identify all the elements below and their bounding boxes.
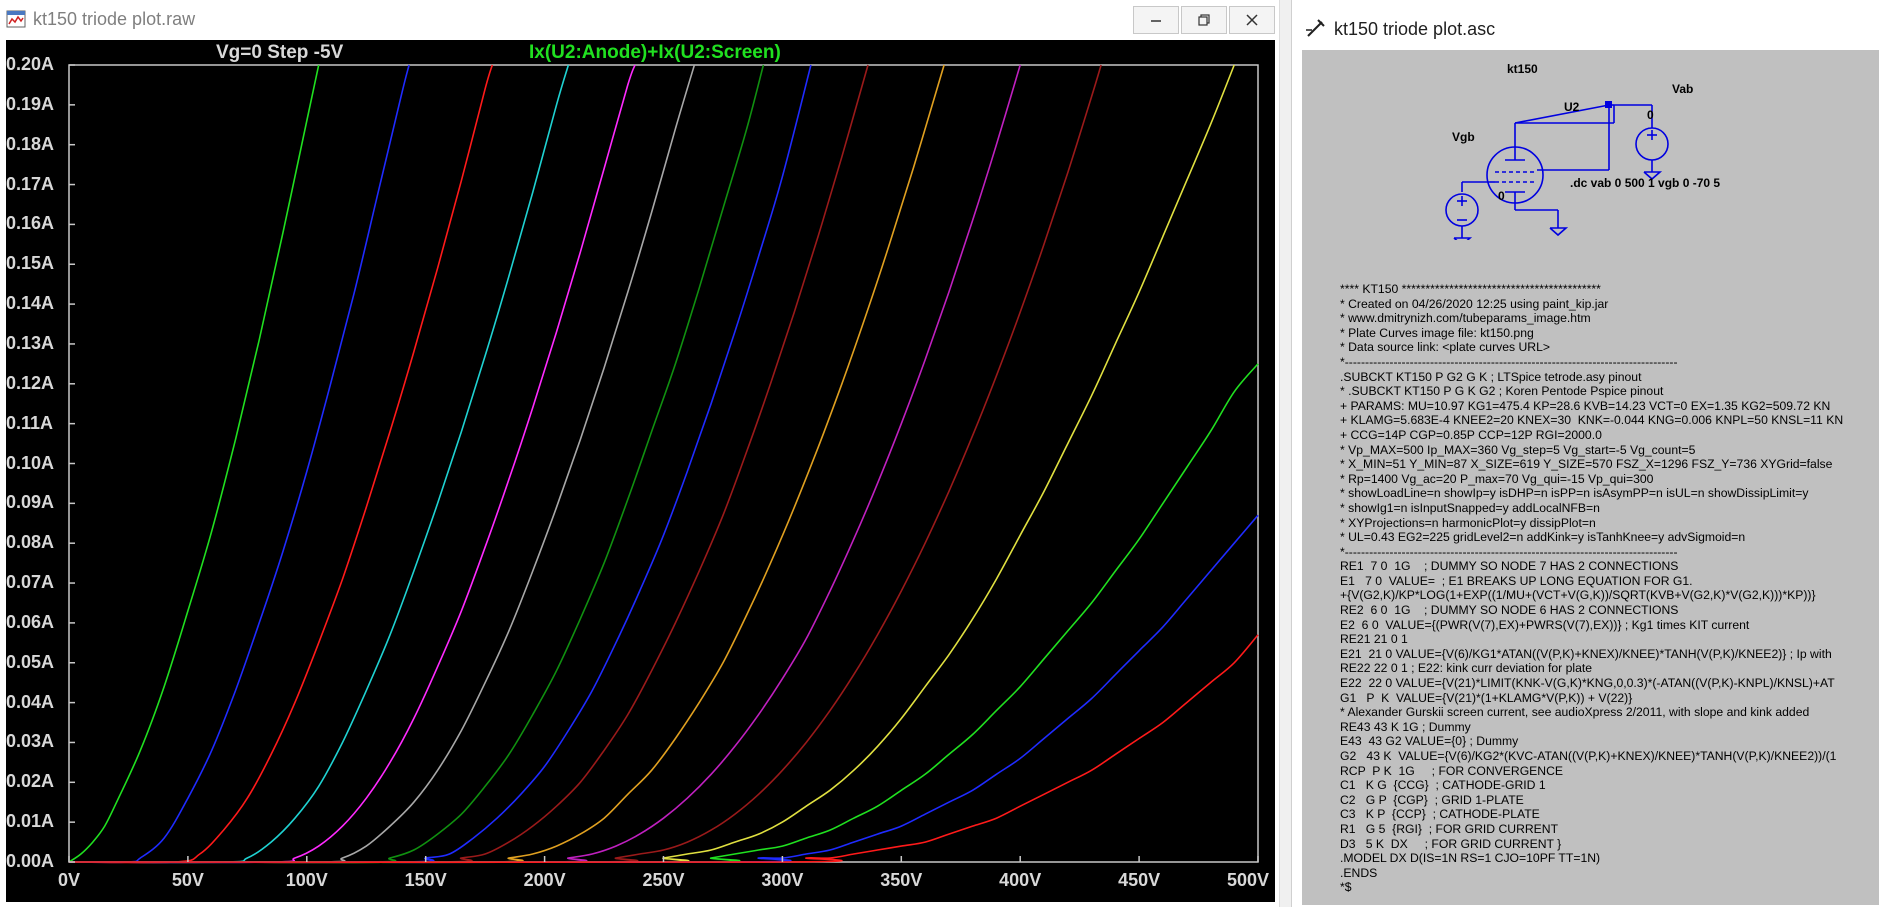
plot-pane[interactable]: Vg=0 Step -5V Ix(U2:Anode)+Ix(U2:Screen)…	[6, 40, 1275, 902]
dc-directive[interactable]: .dc vab 0 500 1 vgb 0 -70 5	[1570, 176, 1720, 190]
series-line-16[interactable]	[68, 634, 1259, 864]
netlist-line: *---------------------------------------…	[1340, 544, 1678, 559]
series-line-12[interactable]	[68, 64, 1102, 864]
junction-dot	[1605, 101, 1612, 108]
netlist-line: *$	[1340, 880, 1352, 895]
minimize-button[interactable]	[1133, 6, 1179, 34]
netlist-line: + PARAMS: MU=10.97 KG1=475.4 KP=28.6 KVB…	[1340, 398, 1831, 413]
ground-icon	[1549, 227, 1569, 237]
plot-window-titlebar[interactable]: kt150 triode plot.raw	[0, 0, 1279, 40]
netlist-line: + KLAMG=5.683E-4 KNEE2=20 KNEX=30 KNK=-0…	[1340, 413, 1844, 428]
part-name-label[interactable]: kt150	[1507, 62, 1538, 76]
netlist-line: * X_MIN=51 Y_MIN=87 X_SIZE=619 Y_SIZE=57…	[1340, 457, 1833, 472]
netlist-line: RCP P K 1G ; FOR CONVERGENCE	[1340, 763, 1564, 778]
netlist-line: +{V(G2,K)/KP*LOG(1+EXP((1/MU+(VCT+V(G,K)…	[1340, 588, 1816, 603]
plot-window: kt150 triode plot.raw Vg=0 Step -5V Ix(U…	[0, 0, 1279, 907]
netlist-line: G1 P K VALUE={V(21)*(1+KLAMG*V(P,K)) + V…	[1340, 690, 1633, 705]
series-line-15[interactable]	[68, 514, 1259, 864]
vgb-value-label[interactable]: 0	[1498, 189, 1505, 203]
vgb-label[interactable]: Vgb	[1452, 130, 1475, 144]
netlist-line: E1 7 0 VALUE= ; E1 BREAKS UP LONG EQUATI…	[1340, 573, 1693, 588]
netlist-line: * Vp_MAX=500 Ip_MAX=360 Vg_step=5 Vg_sta…	[1340, 442, 1696, 457]
y-tick-marks	[69, 64, 75, 863]
series-line-11[interactable]	[68, 64, 1021, 864]
netlist-line: * Created on 04/26/2020 12:25 using pain…	[1340, 296, 1609, 311]
netlist-line: E43 43 G2 VALUE={0} ; Dummy	[1340, 734, 1519, 749]
vab-label[interactable]: Vab	[1672, 82, 1693, 96]
plot-frame	[68, 64, 1259, 863]
schematic-canvas[interactable]: kt150 U2 Vab 0 Vgb 0 .dc vab 0 500 1 vgb…	[1302, 50, 1879, 905]
tube-ref-label[interactable]: U2	[1564, 100, 1579, 114]
netlist-line: RE2 6 0 1G ; DUMMY SO NODE 6 HAS 2 CONNE…	[1340, 603, 1679, 618]
netlist-line: E22 22 0 VALUE={V(21)*LIMIT(KNK-V(G,K)*K…	[1340, 676, 1835, 691]
series-line-13[interactable]	[68, 64, 1235, 864]
netlist-line: * UL=0.43 EG2=225 gridLevel2=n addKink=y…	[1340, 530, 1746, 545]
ground-icon-vgb	[1453, 237, 1473, 240]
netlist-line: *---------------------------------------…	[1340, 354, 1678, 369]
netlist-line: RE1 7 0 1G ; DUMMY SO NODE 7 HAS 2 CONNE…	[1340, 559, 1679, 574]
netlist-line: * showIg1=n isInputSnapped=y addLocalNFB…	[1340, 500, 1600, 515]
netlist-line: RE21 21 0 1	[1340, 632, 1408, 647]
plot-window-title: kt150 triode plot.raw	[33, 9, 196, 29]
netlist-line: C3 K P {CCP} ; CATHODE-PLATE	[1340, 807, 1540, 822]
schematic-app-icon	[1306, 19, 1325, 37]
series-line-9[interactable]	[68, 64, 869, 864]
schematic-window-title: kt150 triode plot.asc	[1334, 19, 1496, 39]
netlist-line: **** KT150 *****************************…	[1340, 282, 1601, 296]
series-line-14[interactable]	[68, 363, 1259, 864]
netlist-line: E21 21 0 VALUE={V(6)/KG1*ATAN((V(P,K)+KN…	[1340, 646, 1832, 661]
netlist-line: * XYProjections=n harmonicPlot=y dissipP…	[1340, 515, 1596, 530]
schematic-window: kt150 triode plot.asc kt150 U2 Vab 0 Vgb…	[1291, 0, 1879, 907]
series-line-3[interactable]	[68, 64, 494, 864]
netlist-line: * showLoadLine=n showIp=y isDHP=n isPP=n…	[1340, 486, 1809, 501]
series-line-2[interactable]	[68, 64, 410, 864]
netlist-line: .ENDS	[1340, 865, 1378, 880]
netlist-line: C2 G P {CGP} ; GRID 1-PLATE	[1340, 792, 1524, 807]
netlist-line: + CCG=14P CGP=0.85P CCP=12P RGI=2000.0	[1340, 427, 1602, 442]
restore-icon	[1198, 14, 1210, 26]
netlist-line: C1 K G {CCG} ; CATHODE-GRID 1	[1340, 778, 1546, 793]
close-button[interactable]	[1229, 6, 1275, 34]
netlist-line: RE22 22 0 1 ; E22: kink curr deviation f…	[1340, 661, 1593, 676]
netlist-line: * .SUBCKT KT150 P G K G2 ; Koren Pentode…	[1340, 384, 1664, 399]
minimize-icon	[1151, 20, 1161, 22]
netlist-line: R1 G 5 {RGI} ; FOR GRID CURRENT	[1340, 821, 1559, 836]
series-line-5[interactable]	[68, 64, 636, 864]
maximize-button[interactable]	[1181, 6, 1227, 34]
spice-netlist[interactable]: **** KT150 *****************************…	[1340, 282, 1843, 895]
series-line-8[interactable]	[68, 64, 812, 864]
netlist-line: * Alexander Gurskii screen current, see …	[1340, 705, 1810, 720]
plate-curves-chart[interactable]	[6, 40, 1275, 902]
netlist-line: .SUBCKT KT150 P G2 G K ; LTSpice tetrode…	[1340, 369, 1642, 384]
netlist-line: * Rp=1400 Vg_ac=20 P_max=70 Vg_qui=-15 V…	[1340, 471, 1654, 486]
series-line-10[interactable]	[68, 64, 945, 864]
schematic-drawing	[1445, 101, 1669, 240]
schematic-window-titlebar[interactable]: kt150 triode plot.asc	[1292, 0, 1879, 50]
netlist-line: * Plate Curves image file: kt150.png	[1340, 325, 1534, 340]
netlist-line: * www.dmitrynizh.com/tubeparams_image.ht…	[1340, 311, 1591, 326]
vab-value-label[interactable]: 0	[1647, 108, 1654, 122]
netlist-line: E2 6 0 VALUE={(PWR(V(7),EX)+PWRS(V(7),EX…	[1340, 617, 1750, 632]
close-icon	[1246, 14, 1258, 26]
waveform-app-icon	[6, 10, 26, 28]
series-line-1[interactable]	[68, 64, 320, 863]
series-group	[68, 64, 1259, 864]
netlist-line: RE43 43 K 1G ; Dummy	[1340, 719, 1471, 734]
x-tick-marks	[68, 856, 1259, 862]
netlist-line: D3 5 K DX ; FOR GRID CURRENT }	[1340, 836, 1562, 851]
netlist-line: .MODEL DX D(IS=1N RS=1 CJO=10PF TT=1N)	[1340, 851, 1601, 866]
netlist-line: G2 43 K VALUE={V(6)/KG2*(KVC-ATAN((V(P,K…	[1340, 749, 1837, 763]
netlist-line: * Data source link: <plate curves URL>	[1340, 340, 1550, 355]
series-line-6[interactable]	[68, 64, 696, 864]
